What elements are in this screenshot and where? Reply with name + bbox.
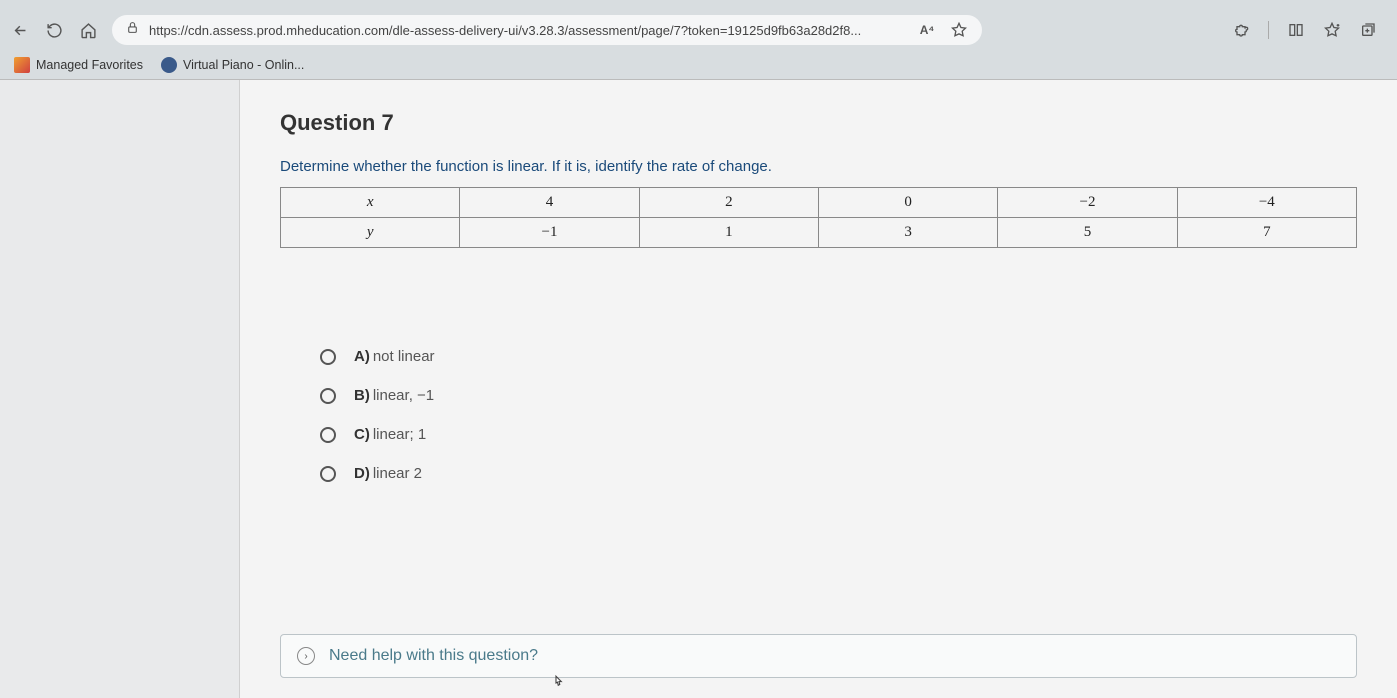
back-button[interactable] (10, 20, 30, 40)
answer-option-d[interactable]: D)linear 2 (320, 465, 1357, 482)
extensions-icon[interactable] (1232, 21, 1250, 39)
cell: 0 (818, 188, 997, 218)
answer-label: D)linear 2 (354, 465, 422, 482)
bookmark-label: Managed Favorites (36, 58, 143, 72)
title-bar (0, 0, 1397, 10)
address-bar: https://cdn.assess.prod.mheducation.com/… (0, 10, 1397, 50)
help-text: Need help with this question? (329, 647, 538, 665)
cell: 2 (639, 188, 818, 218)
radio-icon (320, 349, 336, 365)
data-table: x 4 2 0 −2 −4 y −1 1 3 5 7 (280, 187, 1357, 248)
cell: 1 (639, 218, 818, 248)
site-icon (161, 57, 177, 73)
cell: 3 (818, 218, 997, 248)
cell: 5 (998, 218, 1177, 248)
row-header-y: y (281, 218, 460, 248)
answer-label: B)linear, −1 (354, 387, 434, 404)
bookmarks-bar: Managed Favorites Virtual Piano - Onlin.… (0, 50, 1397, 80)
question-title: Question 7 (280, 110, 1357, 136)
bookmark-virtual-piano[interactable]: Virtual Piano - Onlin... (161, 57, 304, 73)
toolbar-right (1232, 21, 1387, 39)
cursor-icon (550, 674, 568, 692)
cell: −4 (1177, 188, 1356, 218)
question-prompt: Determine whether the function is linear… (280, 158, 1357, 175)
separator (1268, 21, 1269, 39)
answer-option-b[interactable]: B)linear, −1 (320, 387, 1357, 404)
answer-label: A)not linear (354, 348, 435, 365)
cell: −1 (460, 218, 639, 248)
lock-icon (126, 21, 139, 39)
radio-icon (320, 388, 336, 404)
browser-window: https://cdn.assess.prod.mheducation.com/… (0, 0, 1397, 698)
chevron-right-icon: › (297, 647, 315, 665)
url-text: https://cdn.assess.prod.mheducation.com/… (149, 23, 908, 38)
table-row: y −1 1 3 5 7 (281, 218, 1357, 248)
favorite-star-icon[interactable] (950, 21, 968, 39)
split-screen-icon[interactable] (1287, 21, 1305, 39)
favorites-icon[interactable] (1323, 21, 1341, 39)
bookmark-label: Virtual Piano - Onlin... (183, 58, 304, 72)
refresh-button[interactable] (44, 20, 64, 40)
collections-icon[interactable] (1359, 21, 1377, 39)
help-box[interactable]: › Need help with this question? (280, 634, 1357, 678)
bookmark-managed-favorites[interactable]: Managed Favorites (14, 57, 143, 73)
cell: −2 (998, 188, 1177, 218)
home-button[interactable] (78, 20, 98, 40)
folder-icon (14, 57, 30, 73)
read-aloud-icon[interactable]: A⁴ (918, 21, 936, 39)
left-sidebar (0, 80, 240, 698)
row-header-x: x (281, 188, 460, 218)
cell: 4 (460, 188, 639, 218)
radio-icon (320, 466, 336, 482)
question-page: Question 7 Determine whether the functio… (240, 80, 1397, 698)
radio-icon (320, 427, 336, 443)
url-field[interactable]: https://cdn.assess.prod.mheducation.com/… (112, 15, 982, 45)
content-outer: Question 7 Determine whether the functio… (0, 80, 1397, 698)
cell: 7 (1177, 218, 1356, 248)
answer-option-a[interactable]: A)not linear (320, 348, 1357, 365)
answer-option-c[interactable]: C)linear; 1 (320, 426, 1357, 443)
answer-list: A)not linear B)linear, −1 C)linear; 1 D)… (320, 348, 1357, 482)
answer-label: C)linear; 1 (354, 426, 426, 443)
table-row: x 4 2 0 −2 −4 (281, 188, 1357, 218)
